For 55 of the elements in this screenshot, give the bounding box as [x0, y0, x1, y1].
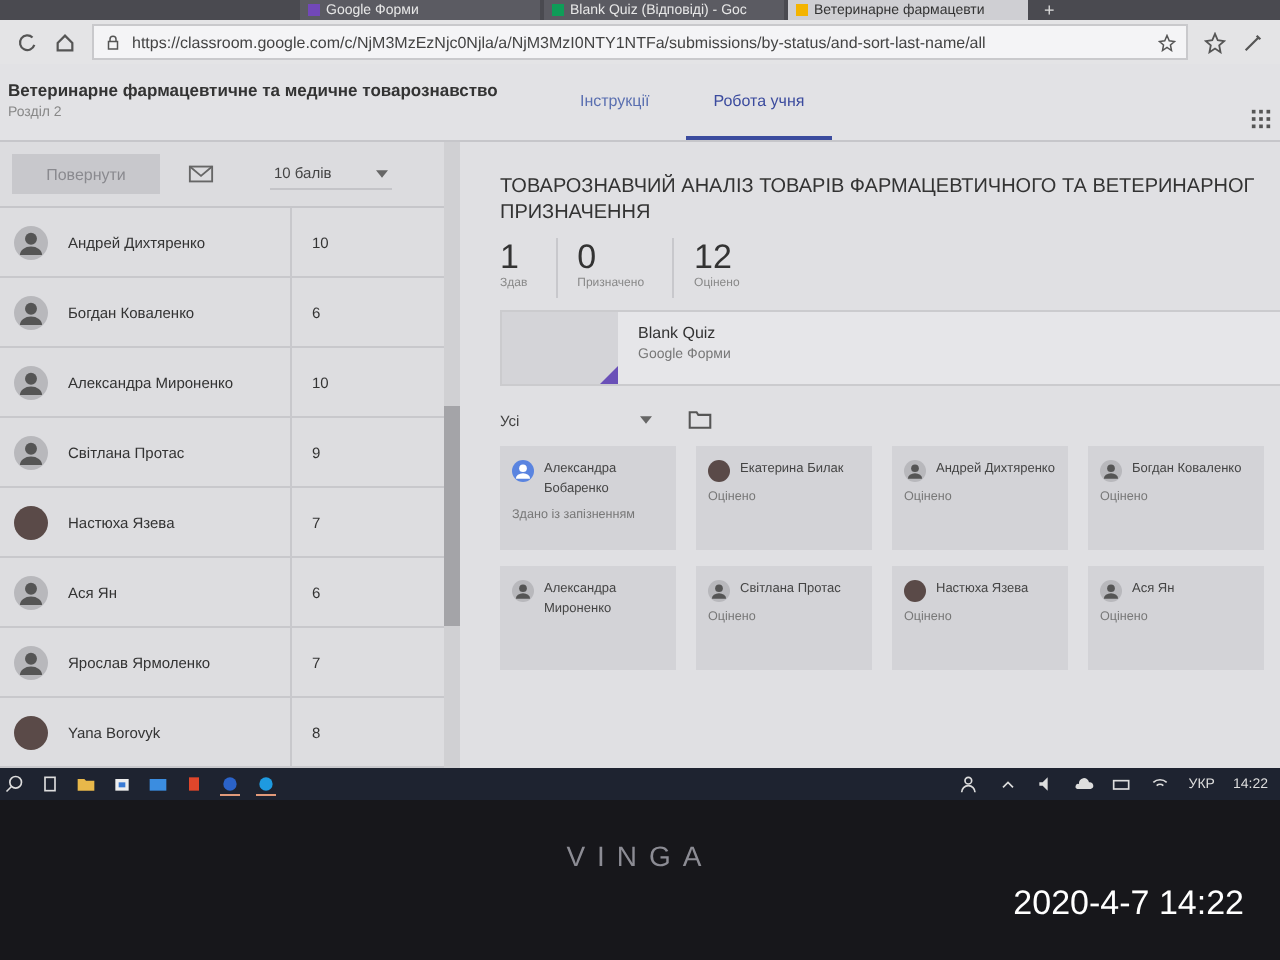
star-icon[interactable] [1158, 33, 1176, 51]
avatar-icon [1100, 580, 1122, 602]
tab-icon [796, 4, 808, 16]
folder-icon[interactable] [687, 410, 712, 430]
avatar-photo [14, 505, 48, 539]
photo-timestamp: 2020-4-7 14:22 [1013, 884, 1244, 924]
cloud-icon[interactable] [1074, 774, 1095, 794]
folder-icon[interactable] [76, 774, 96, 794]
avatar-icon [708, 580, 730, 602]
assignment-title: ТОВАРОЗНАВЧИЙ АНАЛІЗ ТОВАРІВ ФАРМАЦЕВТИЧНОГО ТА ВЕТЕРИНАРНОГ ПРИЗНАЧЕННЯ [500, 174, 1257, 226]
apps-grid-icon[interactable] [1250, 108, 1272, 130]
avatar-icon [904, 460, 926, 482]
task-view-icon[interactable] [40, 774, 60, 794]
scrollbar-thumb[interactable] [444, 405, 460, 625]
stat-value: 12 [694, 238, 734, 277]
course-title: Ветеринарне фармацевтичне та медичне товарознавство [8, 80, 500, 100]
search-icon[interactable] [4, 774, 24, 794]
store-icon[interactable] [112, 774, 132, 794]
caret-icon [375, 169, 388, 177]
mail-icon[interactable] [188, 164, 214, 184]
caret-icon [639, 416, 652, 424]
mail-icon[interactable] [148, 774, 168, 794]
avatar-icon [14, 365, 48, 399]
address-bar[interactable]: https://classroom.google.com/c/NjM3MzEzNjc0Njla/a/NjM3MzI0NTY1NTFa/submissions/by-status/and-sort-last-name/all [92, 24, 1188, 60]
laptop-brand-label: VINGA [566, 840, 714, 872]
tab-icon [308, 4, 320, 16]
refresh-icon[interactable] [16, 31, 38, 53]
battery-icon[interactable] [1112, 774, 1133, 794]
avatar-icon [512, 580, 534, 602]
avatar-icon [1100, 460, 1122, 482]
page-tab[interactable]: Інструкції [552, 64, 678, 140]
form-corner-icon [600, 366, 618, 384]
home-icon[interactable] [54, 31, 76, 53]
avatar-icon [14, 225, 48, 259]
avatar-icon [14, 435, 48, 469]
skype-icon[interactable] [256, 773, 276, 795]
avatar-icon [14, 645, 48, 679]
avatar-photo [904, 580, 926, 602]
url-text: https://classroom.google.com/c/NjM3MzEzNjc0Njla/a/NjM3MzI0NTY1NTFa/submissions/by-status/and-sort-last-name/all [132, 33, 988, 51]
attachment-title: Blank Quiz [638, 324, 718, 342]
office-icon[interactable] [184, 774, 204, 794]
stat-value: 1 [500, 238, 521, 277]
tab-icon [552, 4, 564, 16]
people-icon[interactable] [960, 774, 981, 794]
pen-icon[interactable] [1242, 31, 1264, 53]
avatar-icon [14, 575, 48, 609]
avatar-photo [14, 715, 48, 749]
stat-value: 0 [577, 238, 599, 277]
favorites-icon[interactable] [1204, 31, 1226, 53]
avatar-icon [14, 295, 48, 329]
lock-icon [104, 33, 122, 51]
avatar-icon [512, 460, 534, 482]
browser-icon[interactable] [220, 773, 240, 795]
new-tab-button[interactable]: + [1032, 0, 1067, 20]
avatar-photo [708, 460, 730, 482]
